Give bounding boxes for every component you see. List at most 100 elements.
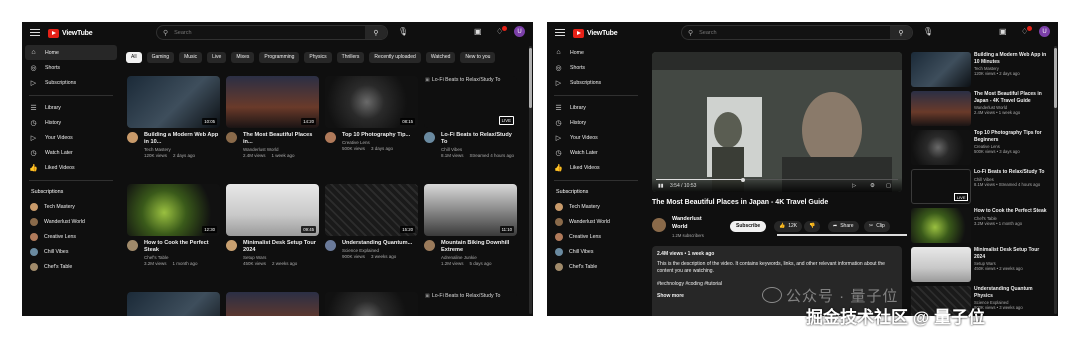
recommended-video[interactable]: How to Cook the Perfect Steak Chef's Tabl… [911,208,1049,244]
sidebar-item-library[interactable]: ☰ Library [550,100,642,115]
video-thumbnail[interactable] [127,292,220,316]
video-card[interactable] [226,292,319,316]
video-card[interactable]: 10:05 Building a Modern Web App in 10...… [127,76,220,159]
search-button[interactable]: ⚲ [890,26,912,39]
video-title[interactable]: Building a Modern Web App in 10 Minutes [974,52,1049,65]
video-thumbnail[interactable]: 12:30 [127,184,220,236]
video-title[interactable]: Lo-Fi Beats to Relax/Study To [441,132,517,146]
video-title[interactable]: Minimalist Desk Setup Tour 2024 [974,247,1049,260]
scrollbar-thumb[interactable] [529,48,532,108]
subscription-chefs-table[interactable]: Chef's Table [25,259,117,274]
recommended-video[interactable]: The Most Beautiful Places in Japan - 4K … [911,91,1049,127]
video-title[interactable]: Understanding Quantum Physics [974,286,1049,299]
menu-icon[interactable] [30,27,40,37]
recommended-video[interactable]: LIVE Lo-Fi Beats to Relax/Study To Chill … [911,169,1049,205]
video-card[interactable]: 15:20 Understanding Quantum... Science E… [325,184,418,260]
video-title[interactable]: The Most Beautiful Places in... [243,132,319,146]
video-card[interactable]: 08:15 Top 10 Photography Tip... Creative… [325,76,418,152]
recommended-video[interactable]: Minimalist Desk Setup Tour 2024 Setup War… [911,247,1049,283]
play-icon[interactable]: ▮▮ [658,183,664,189]
video-thumbnail[interactable] [911,247,971,282]
video-title[interactable]: Lo-Fi Beats to Relax/Study To [974,169,1049,176]
search-button[interactable]: ⚲ [365,26,387,39]
actions-scrollbar[interactable] [777,234,907,236]
mic-icon[interactable]: 🎙 [398,27,408,36]
subscribe-button[interactable]: Subscribe [730,221,767,232]
video-title[interactable]: Understanding Quantum... [342,240,418,247]
progress-bar[interactable] [656,178,898,180]
channel-avatar[interactable] [325,240,336,251]
chip-recently-uploaded[interactable]: Recently uploaded [369,52,421,63]
video-card[interactable]: 11:10 Mountain Biking Downhill Extreme A… [424,184,517,267]
volume-icon[interactable]: ▷ [852,183,856,189]
video-title[interactable]: Building a Modern Web App in 10... [144,132,220,146]
channel-avatar[interactable] [127,240,138,251]
create-video-icon[interactable]: ▣ [474,27,482,36]
sidebar-item-shorts[interactable]: ◎ Shorts [25,60,117,75]
sidebar-item-subscriptions[interactable]: ▷ Subscriptions [550,75,642,90]
video-thumbnail[interactable]: 08:15 [325,76,418,128]
sidebar-item-subscriptions[interactable]: ▷ Subscriptions [25,75,117,90]
mic-icon[interactable]: 🎙 [923,27,933,36]
like-button[interactable]: 👍 12K [774,221,803,232]
chip-all[interactable]: All [126,52,142,63]
sidebar-item-library[interactable]: ☰ Library [25,100,117,115]
sidebar-item-home[interactable]: ⌂ Home [25,45,117,60]
sidebar-item-watch-later[interactable]: ◷ Watch Later [25,145,117,160]
subscription-tech-mastery[interactable]: Tech Mastery [25,199,117,214]
video-card[interactable]: 14:20 The Most Beautiful Places in... Wa… [226,76,319,159]
channel-avatar[interactable] [325,132,336,143]
sidebar-item-history[interactable]: ◷ History [550,115,642,130]
subscription-wanderlust-world[interactable]: Wanderlust World [550,214,642,229]
subscription-chill-vibes[interactable]: Chill Vibes [25,244,117,259]
search-input[interactable]: Search [174,30,365,36]
video-card[interactable]: ▣ Lo-Fi Beats to Relax/Study To [424,292,517,316]
progress-scrubber[interactable] [741,177,746,182]
video-thumbnail[interactable]: 15:20 [325,184,418,236]
video-title[interactable]: The Most Beautiful Places in Japan - 4K … [974,91,1049,104]
scrollbar-thumb[interactable] [1054,48,1057,108]
chip-physics[interactable]: Physics [304,52,332,63]
channel-name[interactable]: Tech Mastery [144,147,220,152]
logo[interactable]: ViewTube [573,27,618,39]
channel-avatar[interactable] [652,218,666,232]
subscription-wanderlust-world[interactable]: Wanderlust World [25,214,117,229]
channel-name[interactable]: Wanderlust World [672,215,710,231]
video-thumbnail[interactable]: LIVE [911,169,971,204]
video-title[interactable]: How to Cook the Perfect Steak [974,208,1049,215]
share-button[interactable]: ➦ Share [828,221,859,232]
video-thumbnail[interactable] [911,208,971,243]
channel-name[interactable]: Setup Wars [243,255,319,260]
recommended-video[interactable]: Top 10 Photography Tips for Beginners Cre… [911,130,1049,166]
video-title[interactable]: Top 10 Photography Tip... [342,132,418,139]
video-player[interactable]: ▮▮ 3:54 / 10:53 ▷ ⚙ ▢ [652,52,902,192]
video-card[interactable] [325,292,418,316]
video-thumbnail[interactable] [911,91,971,126]
chip-programming[interactable]: Programming [259,52,300,63]
video-thumbnail[interactable] [226,292,319,316]
video-title[interactable]: Mountain Biking Downhill Extreme [441,240,517,254]
search-input[interactable]: Search [699,30,890,36]
sidebar-item-home[interactable]: ⌂ Home [550,45,642,60]
video-thumbnail[interactable]: 11:10 [424,184,517,236]
video-card[interactable]: ▣ Lo-Fi Beats to Relax/Study To LIVE Lo-F… [424,76,517,159]
video-card[interactable]: 12:30 How to Cook the Perfect Steak Chef… [127,184,220,267]
channel-name[interactable]: Chef's Table [144,255,220,260]
recommended-video[interactable]: Building a Modern Web App in 10 Minutes T… [911,52,1049,88]
video-card[interactable] [127,292,220,316]
sidebar-item-history[interactable]: ◷ History [25,115,117,130]
sidebar-item-shorts[interactable]: ◎ Shorts [550,60,642,75]
video-card[interactable]: 09:45 Minimalist Desk Setup Tour 2024 Se… [226,184,319,267]
settings-icon[interactable]: ⚙ [870,183,875,189]
video-title[interactable]: Minimalist Desk Setup Tour 2024 [243,240,319,254]
sidebar-item-your-videos[interactable]: ▷ Your Videos [550,130,642,145]
menu-icon[interactable] [555,27,565,37]
subscription-creative-lens[interactable]: Creative Lens [550,229,642,244]
sidebar-item-liked-videos[interactable]: 👍 Liked Videos [550,160,642,175]
channel-avatar[interactable] [226,132,237,143]
chip-gaming[interactable]: Gaming [146,52,175,63]
sidebar-item-your-videos[interactable]: ▷ Your Videos [25,130,117,145]
channel-name[interactable]: Creative Lens [342,140,418,145]
create-video-icon[interactable]: ▣ [999,27,1007,36]
scrollbar[interactable] [529,46,532,314]
